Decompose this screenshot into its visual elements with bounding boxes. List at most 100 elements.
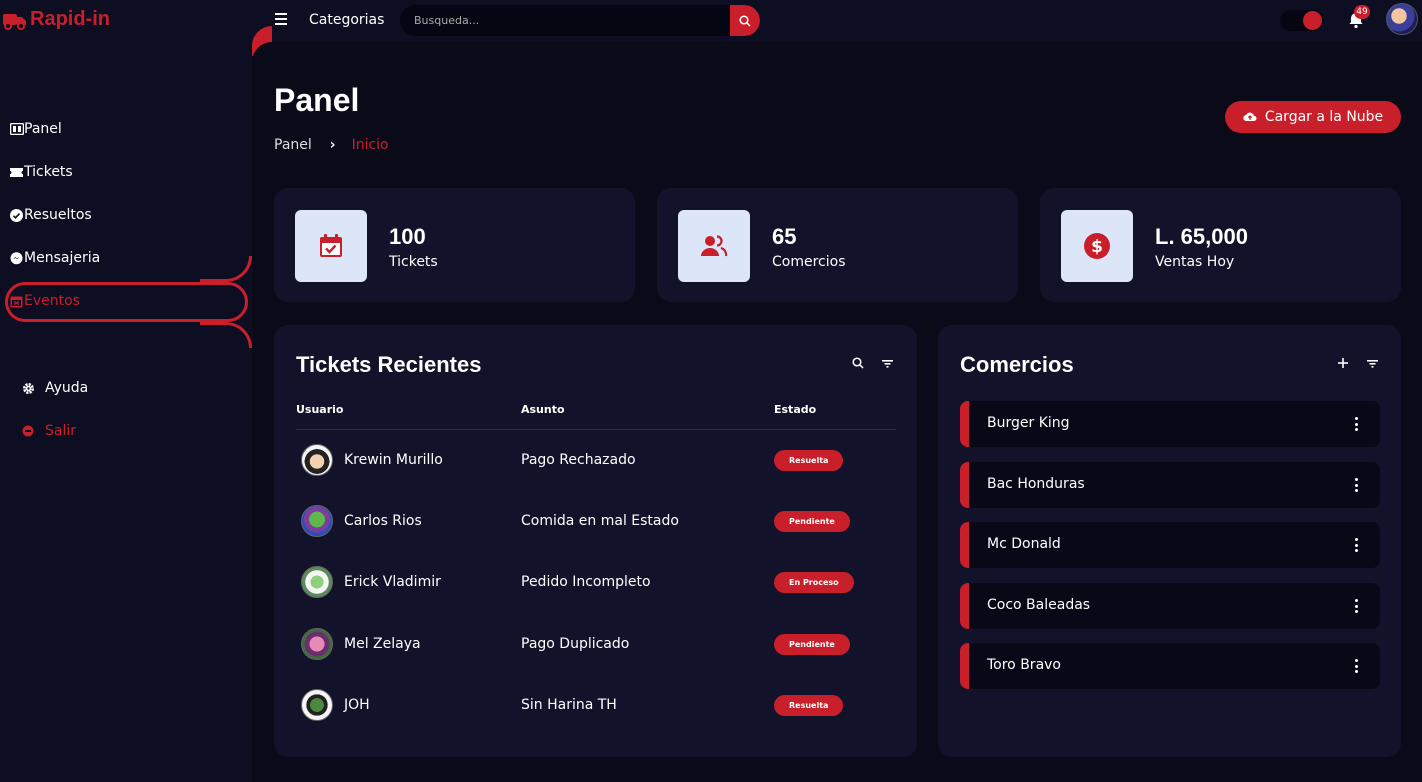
sidebar-item-label: Resueltos bbox=[24, 207, 92, 223]
column-header-asunto[interactable]: Asunto bbox=[521, 403, 565, 416]
avatar bbox=[301, 444, 333, 476]
stat-card-tickets: 100 Tickets bbox=[274, 188, 635, 302]
list-item[interactable]: Toro Bravo bbox=[960, 643, 1380, 689]
comercio-name: Burger King bbox=[987, 415, 1070, 431]
more-vertical-icon[interactable] bbox=[1354, 417, 1358, 431]
comercio-name: Bac Honduras bbox=[987, 476, 1085, 492]
plus-icon[interactable] bbox=[1336, 356, 1350, 370]
check-circle-icon bbox=[9, 208, 24, 222]
table-row[interactable]: Mel Zelaya Pago Duplicado Pendiente bbox=[274, 625, 914, 665]
stat-value: L. 65,000 bbox=[1155, 224, 1248, 249]
logout-icon bbox=[21, 424, 35, 438]
breadcrumb-item-inicio[interactable]: Inicio bbox=[352, 137, 389, 153]
page-title: Panel bbox=[274, 82, 360, 118]
status-badge: Pendiente bbox=[774, 511, 850, 532]
help-link[interactable]: Ayuda bbox=[21, 380, 88, 396]
ticket-subject: Pedido Incompleto bbox=[521, 574, 651, 590]
categories-link[interactable]: Categorias bbox=[309, 12, 384, 28]
stat-card-comercios: 65 Comercios bbox=[657, 188, 1018, 302]
table-row[interactable]: Krewin Murillo Pago Rechazado Resuelta bbox=[274, 441, 914, 481]
more-vertical-icon[interactable] bbox=[1354, 538, 1358, 552]
menu-icon[interactable] bbox=[275, 13, 287, 25]
comercio-name: Coco Baleadas bbox=[987, 597, 1091, 613]
filter-icon[interactable] bbox=[1365, 356, 1379, 370]
more-vertical-icon[interactable] bbox=[1354, 659, 1358, 673]
brand-logo[interactable]: Rapid-in bbox=[2, 8, 110, 31]
sidebar-item-eventos[interactable]: Eventos bbox=[9, 293, 80, 309]
chevron-right-icon: › bbox=[329, 137, 336, 153]
sidebar-item-panel[interactable]: Panel bbox=[9, 121, 62, 137]
status-badge: Resuelta bbox=[774, 695, 844, 716]
panel-title: Comercios bbox=[960, 352, 1074, 377]
avatar bbox=[301, 689, 333, 721]
brand-name: Rapid-in bbox=[30, 8, 110, 30]
more-vertical-icon[interactable] bbox=[1354, 478, 1358, 492]
ticket-subject: Pago Rechazado bbox=[521, 452, 636, 468]
stat-label: Ventas Hoy bbox=[1155, 254, 1235, 270]
ticket-subject: Sin Harina TH bbox=[521, 697, 617, 713]
stat-label: Tickets bbox=[389, 254, 438, 270]
panel-icon bbox=[9, 122, 24, 136]
stat-card-ventas: $ L. 65,000 Ventas Hoy bbox=[1040, 188, 1401, 302]
search-button[interactable] bbox=[730, 5, 760, 36]
sidebar-item-label: Eventos bbox=[24, 293, 80, 309]
ticket-user: Mel Zelaya bbox=[344, 636, 421, 652]
active-indicator-curve bbox=[200, 256, 252, 282]
messenger-icon bbox=[9, 251, 24, 265]
stat-label: Comercios bbox=[772, 254, 846, 270]
avatar bbox=[301, 566, 333, 598]
list-item[interactable]: Mc Donald bbox=[960, 522, 1380, 568]
cloud-upload-label: Cargar a la Nube bbox=[1264, 109, 1384, 125]
theme-toggle[interactable] bbox=[1280, 10, 1324, 31]
panel-title: Tickets Recientes bbox=[296, 352, 482, 377]
sidebar-item-label: Tickets bbox=[24, 164, 73, 180]
users-icon bbox=[701, 235, 728, 257]
sidebar-item-resueltos[interactable]: Resueltos bbox=[9, 207, 92, 223]
calendar-icon bbox=[9, 294, 24, 308]
gear-icon bbox=[21, 381, 35, 395]
list-item[interactable]: Coco Baleadas bbox=[960, 583, 1380, 629]
status-badge: En Proceso bbox=[774, 572, 854, 593]
search-input[interactable] bbox=[400, 5, 730, 36]
list-item[interactable]: Bac Honduras bbox=[960, 462, 1380, 508]
breadcrumb: Panel › Inicio bbox=[274, 137, 389, 153]
calendar-check-icon bbox=[320, 234, 342, 257]
ticket-icon bbox=[9, 165, 24, 179]
list-item[interactable]: Burger King bbox=[960, 401, 1380, 447]
ticket-user: Krewin Murillo bbox=[344, 452, 443, 468]
ticket-user: JOH bbox=[344, 697, 370, 713]
comercio-name: Mc Donald bbox=[987, 536, 1061, 552]
dollar-icon: $ bbox=[1084, 233, 1110, 259]
stat-icon-box: $ bbox=[1061, 210, 1133, 282]
help-label: Ayuda bbox=[45, 380, 89, 396]
top-bar: Categorias 49 bbox=[252, 0, 1422, 42]
svg-text:$: $ bbox=[1091, 237, 1103, 257]
table-row[interactable]: Carlos Rios Comida en mal Estado Pendien… bbox=[274, 502, 914, 542]
comercios-panel: Comercios Burger King Bac Honduras Mc Do… bbox=[938, 325, 1401, 757]
search-icon bbox=[739, 14, 751, 27]
breadcrumb-item-panel[interactable]: Panel bbox=[274, 137, 312, 153]
logout-label: Salir bbox=[45, 423, 77, 439]
toggle-knob bbox=[1303, 11, 1322, 30]
search-icon[interactable] bbox=[851, 356, 865, 370]
column-header-usuario[interactable]: Usuario bbox=[296, 403, 344, 416]
table-row[interactable]: Erick Vladimir Pedido Incompleto En Proc… bbox=[274, 563, 914, 603]
logout-link[interactable]: Salir bbox=[21, 423, 76, 439]
stat-icon-box bbox=[295, 210, 367, 282]
user-avatar[interactable] bbox=[1386, 3, 1418, 35]
status-badge: Resuelta bbox=[774, 450, 844, 471]
filter-icon[interactable] bbox=[880, 356, 894, 370]
cloud-upload-button[interactable]: Cargar a la Nube bbox=[1225, 101, 1401, 133]
column-header-estado[interactable]: Estado bbox=[774, 403, 816, 416]
cloud-upload-icon bbox=[1243, 112, 1257, 122]
ticket-user: Carlos Rios bbox=[344, 513, 422, 529]
sidebar-item-tickets[interactable]: Tickets bbox=[9, 164, 73, 180]
ticket-subject: Pago Duplicado bbox=[521, 636, 630, 652]
sidebar-item-mensajeria[interactable]: Mensajeria bbox=[9, 250, 100, 266]
more-vertical-icon[interactable] bbox=[1354, 599, 1358, 613]
table-row[interactable]: JOH Sin Harina TH Resuelta bbox=[274, 686, 914, 726]
status-badge: Pendiente bbox=[774, 634, 850, 655]
avatar bbox=[301, 505, 333, 537]
search-bar bbox=[400, 5, 760, 36]
stat-icon-box bbox=[678, 210, 750, 282]
